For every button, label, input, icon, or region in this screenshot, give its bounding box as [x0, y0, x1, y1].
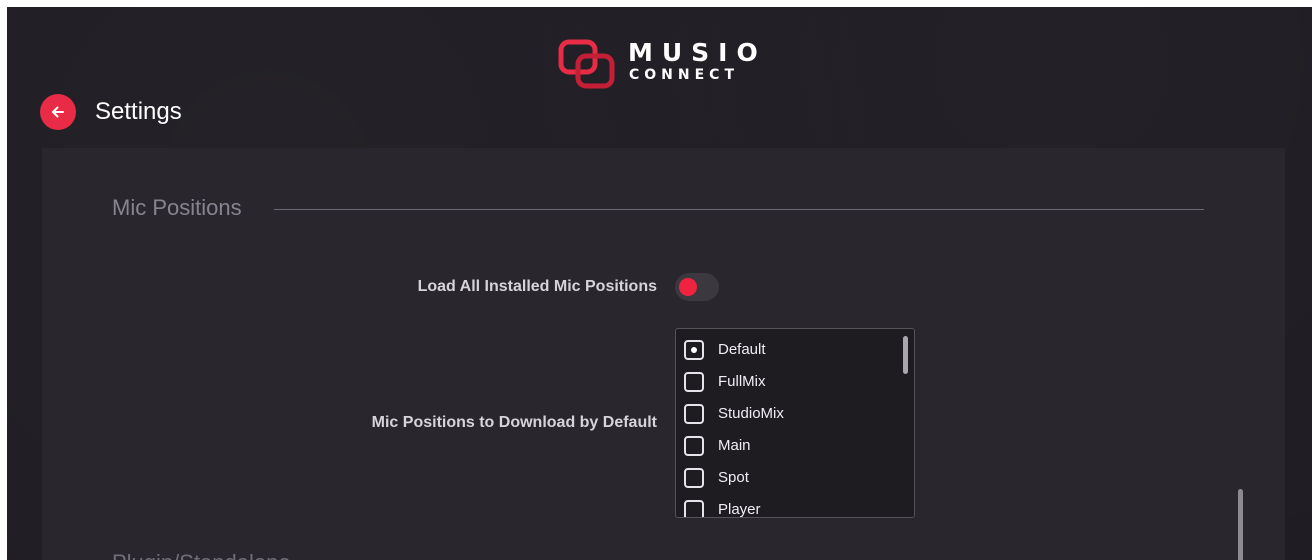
radio-unselected: [684, 404, 704, 424]
musio-logo-mark-icon: [558, 39, 615, 89]
radio-unselected: [684, 468, 704, 488]
page-scrollbar[interactable]: [1238, 489, 1243, 560]
section-title-plugin-standalone: Plugin/Standalone: [112, 550, 291, 560]
list-item-player[interactable]: Player: [684, 498, 894, 518]
list-item-fullmix[interactable]: FullMix: [684, 370, 894, 398]
arrow-left-icon: [52, 106, 64, 118]
radio-unselected: [684, 500, 704, 517]
listbox-scrollbar[interactable]: [903, 336, 908, 374]
app-window: MUSIO CONNECT Settings Mic Positions Loa…: [7, 7, 1312, 560]
list-item-spot[interactable]: Spot: [684, 466, 894, 494]
list-item-default[interactable]: Default: [684, 338, 894, 366]
logo-word-connect: CONNECT: [629, 67, 739, 83]
load-all-mic-positions-label: Load All Installed Mic Positions: [417, 278, 657, 295]
load-all-mic-positions-toggle[interactable]: [675, 273, 719, 301]
list-item-label: Main: [718, 437, 751, 454]
settings-panel: Mic Positions Load All Installed Mic Pos…: [42, 148, 1285, 560]
radio-selected: [684, 340, 704, 360]
musio-connect-logo: MUSIO CONNECT: [558, 39, 788, 95]
list-item-label: Spot: [718, 469, 749, 486]
list-item-label: FullMix: [718, 373, 766, 390]
radio-unselected: [684, 436, 704, 456]
section-header-mic-positions: Mic Positions: [112, 192, 1204, 224]
list-item-studiomix[interactable]: StudioMix: [684, 402, 894, 430]
section-title: Mic Positions: [112, 195, 242, 220]
toggle-knob: [679, 278, 697, 296]
page-title: Settings: [95, 98, 182, 125]
download-default-label: Mic Positions to Download by Default: [371, 414, 657, 431]
section-divider: [274, 209, 1204, 210]
list-item-label: Player: [718, 501, 761, 518]
list-item-label: StudioMix: [718, 405, 784, 422]
mic-positions-listbox[interactable]: Default FullMix StudioMix Main Spot Play…: [675, 328, 915, 518]
list-item-label: Default: [718, 341, 766, 358]
back-button[interactable]: [40, 94, 76, 130]
list-item-main[interactable]: Main: [684, 434, 894, 462]
radio-unselected: [684, 372, 704, 392]
logo-word-musio: MUSIO: [628, 38, 767, 67]
